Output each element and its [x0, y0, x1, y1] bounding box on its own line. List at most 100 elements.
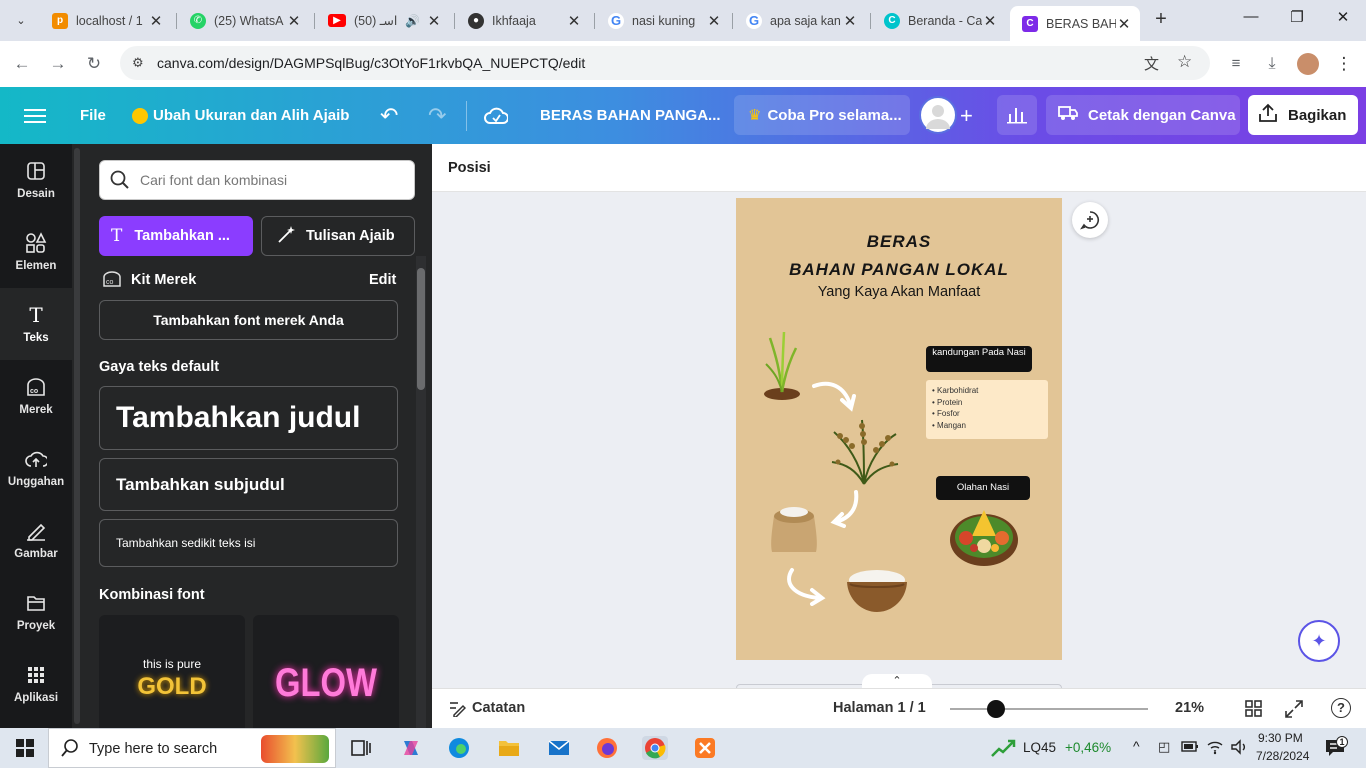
grid-view-icon[interactable]	[1244, 699, 1264, 724]
mail-icon[interactable]	[546, 736, 572, 760]
browser-menu-icon[interactable]: ⋮	[1332, 52, 1356, 76]
add-collaborator-plus-icon[interactable]: +	[960, 87, 980, 144]
edge-browser-icon[interactable]	[446, 736, 472, 760]
print-with-canva-button[interactable]: Cetak dengan Canva	[1046, 95, 1240, 135]
nutrient-label-banner[interactable]: kandungan Pada Nasi	[926, 346, 1032, 372]
panel-scroll-track[interactable]	[416, 256, 426, 728]
close-icon[interactable]: ✕	[148, 12, 164, 30]
volume-icon[interactable]	[1230, 739, 1248, 760]
expand-pages-chevron-icon[interactable]: ⌃	[862, 674, 932, 688]
file-explorer-icon[interactable]	[496, 736, 522, 760]
camera-icon[interactable]: ◰	[1158, 739, 1170, 755]
undo-icon[interactable]: ↶	[380, 87, 398, 144]
rail-item-apps[interactable]: Aplikasi	[0, 648, 72, 720]
hamburger-menu-icon[interactable]	[24, 87, 48, 144]
design-title-line2[interactable]: BAHAN PANGAN LOKAL	[736, 260, 1062, 280]
font-combo-glow[interactable]: GLOW	[253, 615, 399, 728]
close-icon[interactable]: ✕	[286, 12, 302, 30]
browser-tab[interactable]: C Beranda - Ca ✕	[872, 6, 1006, 35]
close-icon[interactable]: ✕	[842, 12, 858, 30]
windows-start-icon[interactable]	[12, 736, 38, 760]
add-heading-button[interactable]: Tambahkan judul	[99, 386, 398, 450]
magic-resize-button[interactable]: Ubah Ukuran dan Alih Ajaib	[132, 87, 349, 144]
forward-arrow-icon[interactable]: →	[46, 52, 70, 76]
rice-sack-illustration[interactable]	[766, 500, 822, 556]
rice-stalk-illustration[interactable]	[826, 414, 902, 486]
design-title-line1[interactable]: BERAS	[736, 232, 1062, 252]
notes-button[interactable]: Catatan	[472, 700, 525, 716]
clock-date[interactable]: 7/28/2024	[1256, 749, 1309, 763]
speaker-icon[interactable]: 🔊	[405, 14, 420, 28]
design-page[interactable]: BERAS BAHAN PANGAN LOKAL Yang Kaya Akan …	[736, 198, 1062, 660]
browser-tab-active[interactable]: C BERAS BAHA ✕	[1010, 6, 1140, 41]
close-icon[interactable]: ✕	[982, 12, 998, 30]
font-search-input[interactable]: Cari font dan kombinasi	[99, 160, 415, 200]
restore-icon[interactable]: ❐	[1282, 8, 1312, 26]
firefox-icon[interactable]	[594, 736, 620, 760]
bookmark-star-icon[interactable]: ☆	[1177, 52, 1192, 72]
taskbar-search-box[interactable]: Type here to search	[48, 728, 336, 768]
zoom-level[interactable]: 21%	[1175, 700, 1204, 716]
browser-tab[interactable]: G apa saja kan ✕	[734, 6, 866, 35]
browser-tab[interactable]: ✆ (25) WhatsA ✕	[178, 6, 310, 35]
rice-dish-label-banner[interactable]: Olahan Nasi	[936, 476, 1030, 500]
close-icon[interactable]: ✕	[706, 12, 722, 30]
url-text[interactable]: canva.com/design/DAGMPSqlBug/c3OtYoF1rkv…	[157, 55, 585, 71]
translate-icon[interactable]: 文	[1144, 53, 1159, 74]
close-icon[interactable]: ✕	[566, 12, 582, 30]
try-pro-button[interactable]: ♛ Coba Pro selama...	[734, 95, 910, 135]
wifi-icon[interactable]	[1206, 739, 1224, 760]
download-icon[interactable]: ⤓	[1260, 52, 1284, 76]
page-indicator[interactable]: Halaman 1 / 1	[833, 700, 926, 716]
curved-arrow-icon[interactable]	[830, 488, 864, 530]
design-subtitle[interactable]: Yang Kaya Akan Manfaat	[736, 284, 1062, 300]
rail-item-text[interactable]: T Teks	[0, 288, 72, 360]
copilot-icon[interactable]	[398, 736, 424, 760]
help-icon[interactable]: ?	[1331, 698, 1351, 718]
rice-bowl-illustration[interactable]	[844, 564, 910, 614]
stock-name[interactable]: LQ45	[1023, 740, 1056, 755]
panel-scrollbar[interactable]	[74, 148, 80, 724]
zoom-slider[interactable]	[950, 708, 1148, 710]
magic-assistant-sparkle-icon[interactable]: ✦	[1298, 620, 1340, 662]
tab-search-chevron-icon[interactable]: ⌄	[10, 10, 32, 32]
font-combo-gold[interactable]: this is pure GOLD	[99, 615, 245, 728]
minimize-icon[interactable]: —	[1236, 8, 1266, 25]
fullscreen-icon[interactable]	[1284, 699, 1304, 724]
close-icon[interactable]: ✕	[426, 12, 442, 30]
profile-avatar[interactable]	[1297, 53, 1319, 75]
design-title[interactable]: BERAS BAHAN PANGA...	[540, 87, 721, 144]
chrome-icon[interactable]	[642, 736, 668, 760]
media-control-icon[interactable]: ≡	[1224, 52, 1248, 76]
add-subheading-button[interactable]: Tambahkan subjudul	[99, 458, 398, 511]
position-button[interactable]: Posisi	[448, 160, 491, 176]
show-hidden-icons-chevron-icon[interactable]: ^	[1133, 738, 1140, 754]
curved-arrow-icon[interactable]	[782, 566, 832, 606]
curved-arrow-icon[interactable]	[810, 378, 858, 412]
file-menu[interactable]: File	[80, 87, 106, 144]
rice-seedling-illustration[interactable]	[760, 326, 804, 402]
browser-tab[interactable]: ● Ikhfaaja ✕	[456, 6, 590, 35]
battery-icon[interactable]	[1181, 739, 1199, 758]
rice-dish-illustration[interactable]	[948, 504, 1020, 568]
redo-icon[interactable]: ↷	[428, 87, 446, 144]
site-info-icon[interactable]: ⚙	[132, 55, 144, 71]
clock-time[interactable]: 9:30 PM	[1258, 731, 1303, 745]
cloud-saved-icon[interactable]	[484, 87, 508, 144]
browser-tab[interactable]: G nasi kuning ✕	[596, 6, 730, 35]
stock-change[interactable]: +0,46%	[1065, 740, 1111, 755]
magic-write-button[interactable]: Tulisan Ajaib	[261, 216, 415, 256]
rail-item-projects[interactable]: Proyek	[0, 576, 72, 648]
rail-item-uploads[interactable]: Unggahan	[0, 432, 72, 504]
share-button[interactable]: Bagikan	[1248, 95, 1358, 135]
rail-item-brand[interactable]: co Merek	[0, 360, 72, 432]
avatar[interactable]	[919, 96, 957, 134]
window-close-icon[interactable]: ✕	[1328, 8, 1358, 26]
omnibox[interactable]: ⚙ canva.com/design/DAGMPSqlBug/c3OtYoF1r…	[120, 46, 1210, 80]
rail-item-elements[interactable]: Elemen	[0, 216, 72, 288]
browser-tab[interactable]: ▶ اسـ (50) 🔊 ✕	[316, 6, 450, 35]
add-body-text-button[interactable]: Tambahkan sedikit teks isi	[99, 519, 398, 567]
back-arrow-icon[interactable]: ←	[10, 52, 34, 76]
rail-item-design[interactable]: Desain	[0, 144, 72, 216]
nutrient-list-box[interactable]: • Karbohidrat • Protein • Fosfor • Manga…	[926, 380, 1048, 439]
